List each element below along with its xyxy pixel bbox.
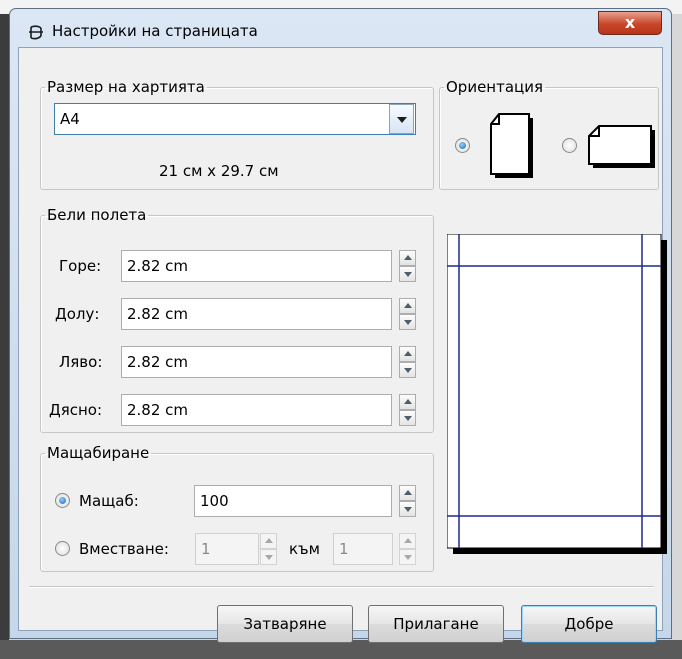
margin-top-stepper[interactable]: [399, 250, 416, 282]
chevron-down-icon[interactable]: [389, 104, 414, 134]
paper-size-select[interactable]: A4: [54, 103, 416, 135]
spin-down-icon[interactable]: [399, 362, 416, 378]
fit-label: Вместване:: [79, 540, 169, 558]
spin-down-icon[interactable]: [399, 549, 416, 565]
margin-left-input[interactable]: 2.82 cm: [121, 346, 392, 378]
paper-dimensions: 21 см x 29.7 см: [159, 162, 279, 180]
paper-size-legend: Размер на хартията: [47, 78, 205, 96]
margin-right-input[interactable]: 2.82 cm: [121, 394, 392, 426]
fit-to-input[interactable]: 1: [333, 533, 393, 565]
orientation-legend: Ориентация: [446, 78, 544, 96]
fit-to-stepper[interactable]: [399, 533, 416, 565]
portrait-radio[interactable]: [455, 138, 470, 153]
spin-up-icon[interactable]: [399, 250, 416, 266]
fit-from-input[interactable]: 1: [195, 533, 259, 565]
margin-top-label: Горе:: [59, 257, 102, 275]
page-setup-icon: [29, 25, 43, 40]
page-preview: [447, 234, 667, 554]
ok-button[interactable]: Добре: [521, 605, 657, 643]
scale-label: Мащаб:: [79, 492, 139, 510]
margin-left-stepper[interactable]: [399, 346, 416, 378]
margin-right-stepper[interactable]: [399, 394, 416, 426]
margin-right-label: Дясно:: [49, 401, 103, 419]
spin-down-icon[interactable]: [260, 549, 277, 565]
scale-stepper[interactable]: [399, 485, 416, 517]
spin-down-icon[interactable]: [399, 410, 416, 426]
scale-radio[interactable]: [55, 493, 70, 508]
margins-legend: Бели полета: [47, 206, 147, 224]
paper-size-value: A4: [60, 110, 80, 128]
page-setup-dialog: Настройки на страницата x Размер на харт…: [9, 8, 672, 643]
background-window-left: [0, 14, 9, 640]
spin-up-icon[interactable]: [260, 533, 277, 549]
landscape-radio[interactable]: [562, 138, 577, 153]
scaling-legend: Мащабиране: [47, 444, 150, 462]
apply-button[interactable]: Прилагане: [368, 605, 504, 643]
margin-bottom-input[interactable]: 2.82 cm: [121, 298, 392, 330]
fit-to-label: към: [289, 540, 320, 558]
fit-radio[interactable]: [55, 541, 70, 556]
dialog-body: Размер на хартията A4 21 см x 29.7 см Ор…: [18, 47, 667, 643]
close-button[interactable]: Затваряне: [217, 605, 353, 643]
margin-top-input[interactable]: 2.82 cm: [121, 250, 392, 282]
spin-down-icon[interactable]: [399, 314, 416, 330]
background-window-right: [672, 14, 682, 640]
landscape-page-icon[interactable]: [585, 120, 659, 172]
margin-bottom-stepper[interactable]: [399, 298, 416, 330]
spin-up-icon[interactable]: [399, 394, 416, 410]
dialog-title: Настройки на страницата: [52, 22, 258, 40]
spin-down-icon[interactable]: [399, 501, 416, 517]
portrait-page-icon[interactable]: [485, 108, 535, 178]
fit-from-stepper[interactable]: [260, 533, 277, 565]
spin-up-icon[interactable]: [399, 298, 416, 314]
margin-left-label: Ляво:: [59, 353, 103, 371]
scale-input[interactable]: 100: [194, 485, 392, 517]
spin-up-icon[interactable]: [399, 485, 416, 501]
spin-up-icon[interactable]: [399, 346, 416, 362]
spin-down-icon[interactable]: [399, 266, 416, 282]
close-window-button[interactable]: x: [598, 11, 662, 35]
margin-bottom-label: Долу:: [55, 305, 100, 323]
button-separator: [29, 586, 654, 588]
spin-up-icon[interactable]: [399, 533, 416, 549]
